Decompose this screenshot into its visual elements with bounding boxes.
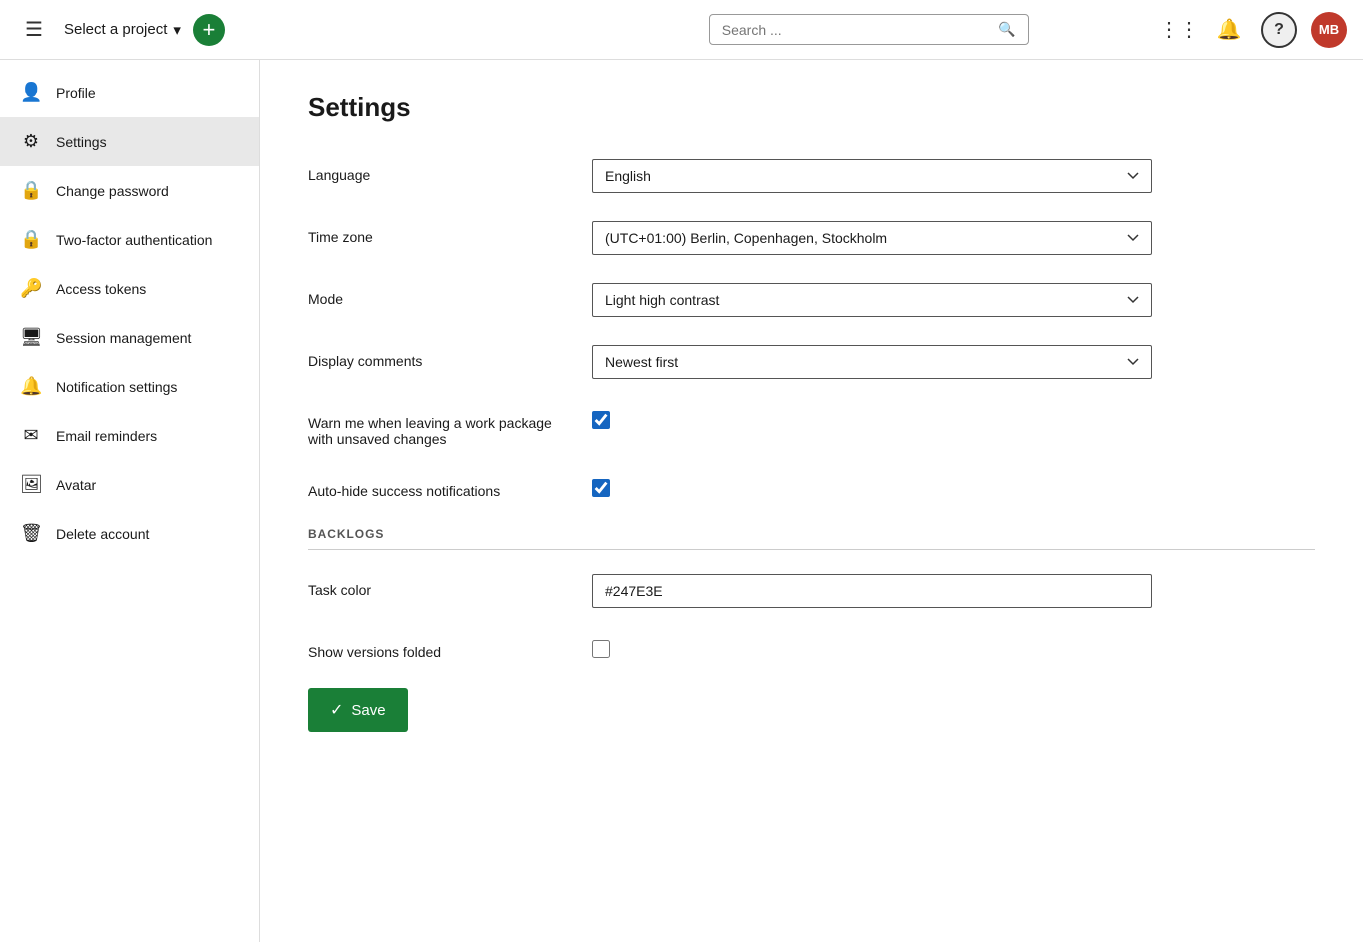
sidebar-item-avatar[interactable]: 🖼 Avatar [0, 460, 259, 509]
project-selector-chevron: ▾ [173, 21, 181, 39]
sidebar: 👤 Profile ⚙ Settings 🔒 Change password 🔒… [0, 60, 260, 942]
profile-icon: 👤 [20, 82, 42, 103]
topnav-right: ⋮⋮ 🔔 ? MB [1161, 12, 1347, 48]
show-versions-label: Show versions folded [308, 636, 568, 660]
main-layout: 👤 Profile ⚙ Settings 🔒 Change password 🔒… [0, 60, 1363, 942]
sidebar-item-notification-settings-label: Notification settings [56, 379, 177, 395]
topnav-center: 🔍 [589, 14, 1150, 45]
task-color-control [592, 574, 1152, 608]
mode-control: Light high contrast [592, 283, 1152, 317]
grid-button[interactable]: ⋮⋮ [1161, 12, 1197, 48]
help-button[interactable]: ? [1261, 12, 1297, 48]
sidebar-item-change-password-label: Change password [56, 183, 169, 199]
autohide-checkbox[interactable] [592, 479, 610, 497]
settings-icon: ⚙ [20, 131, 42, 152]
task-color-input[interactable] [592, 574, 1152, 608]
display-comments-label: Display comments [308, 345, 568, 369]
add-project-button[interactable]: + [193, 14, 225, 46]
display-comments-row: Display comments Newest first [308, 345, 1315, 379]
project-selector-label: Select a project [64, 21, 167, 38]
sidebar-item-email-reminders[interactable]: ✉ Email reminders [0, 411, 259, 460]
avatar-button[interactable]: MB [1311, 12, 1347, 48]
notifications-button[interactable]: 🔔 [1211, 12, 1247, 48]
language-row: Language English [308, 159, 1315, 193]
display-comments-control: Newest first [592, 345, 1152, 379]
page-title: Settings [308, 92, 1315, 123]
mode-label: Mode [308, 283, 568, 307]
sidebar-item-change-password[interactable]: 🔒 Change password [0, 166, 259, 215]
sidebar-item-two-factor-label: Two-factor authentication [56, 232, 212, 248]
content-area: Settings Language English Time zone (UTC… [260, 60, 1363, 942]
sidebar-item-delete-account[interactable]: 🗑 Delete account [0, 509, 259, 558]
save-button[interactable]: ✓ Save [308, 688, 408, 732]
sidebar-item-email-reminders-label: Email reminders [56, 428, 157, 444]
backlogs-divider: BACKLOGS [308, 527, 1315, 550]
warn-checkbox[interactable] [592, 411, 610, 429]
show-versions-row: Show versions folded [308, 636, 1315, 660]
access-tokens-icon: 🔑 [20, 278, 42, 299]
backlogs-section-label: BACKLOGS [308, 527, 1315, 550]
sidebar-item-delete-account-label: Delete account [56, 526, 149, 542]
sidebar-item-two-factor[interactable]: 🔒 Two-factor authentication [0, 215, 259, 264]
sidebar-item-session-management[interactable]: 🖥 Session management [0, 313, 259, 362]
topnav: ☰ Select a project ▾ + 🔍 ⋮⋮ 🔔 ? MB [0, 0, 1363, 60]
timezone-control: (UTC+01:00) Berlin, Copenhagen, Stockhol… [592, 221, 1152, 255]
timezone-label: Time zone [308, 221, 568, 245]
autohide-row: Auto-hide success notifications [308, 475, 1315, 499]
email-reminders-icon: ✉ [20, 425, 42, 446]
search-input[interactable] [722, 22, 991, 38]
sidebar-item-settings-label: Settings [56, 134, 107, 150]
sidebar-item-profile-label: Profile [56, 85, 96, 101]
task-color-row: Task color [308, 574, 1315, 608]
language-control: English [592, 159, 1152, 193]
sidebar-item-notification-settings[interactable]: 🔔 Notification settings [0, 362, 259, 411]
hamburger-button[interactable]: ☰ [16, 12, 52, 48]
search-box: 🔍 [709, 14, 1029, 45]
autohide-control [592, 475, 1152, 497]
show-versions-control [592, 636, 1152, 658]
autohide-label: Auto-hide success notifications [308, 475, 568, 499]
task-color-label: Task color [308, 574, 568, 598]
warn-row: Warn me when leaving a work package with… [308, 407, 1315, 447]
mode-select[interactable]: Light high contrast [592, 283, 1152, 317]
display-comments-select[interactable]: Newest first [592, 345, 1152, 379]
warn-label: Warn me when leaving a work package with… [308, 407, 568, 447]
show-versions-checkbox[interactable] [592, 640, 610, 658]
sidebar-item-access-tokens[interactable]: 🔑 Access tokens [0, 264, 259, 313]
save-button-label: Save [351, 702, 385, 719]
sidebar-item-avatar-label: Avatar [56, 477, 96, 493]
timezone-select[interactable]: (UTC+01:00) Berlin, Copenhagen, Stockhol… [592, 221, 1152, 255]
sidebar-item-settings[interactable]: ⚙ Settings [0, 117, 259, 166]
two-factor-icon: 🔒 [20, 229, 42, 250]
notification-settings-icon: 🔔 [20, 376, 42, 397]
project-selector[interactable]: Select a project ▾ [64, 21, 181, 39]
language-label: Language [308, 159, 568, 183]
sidebar-item-session-management-label: Session management [56, 330, 191, 346]
warn-control [592, 407, 1152, 429]
delete-account-icon: 🗑 [20, 523, 42, 544]
mode-row: Mode Light high contrast [308, 283, 1315, 317]
session-management-icon: 🖥 [20, 327, 42, 348]
avatar-icon: 🖼 [20, 474, 42, 495]
timezone-row: Time zone (UTC+01:00) Berlin, Copenhagen… [308, 221, 1315, 255]
topnav-left: ☰ Select a project ▾ + [16, 12, 577, 48]
search-icon: 🔍 [998, 21, 1015, 38]
change-password-icon: 🔒 [20, 180, 42, 201]
sidebar-item-profile[interactable]: 👤 Profile [0, 68, 259, 117]
save-check-icon: ✓ [330, 700, 343, 720]
sidebar-item-access-tokens-label: Access tokens [56, 281, 146, 297]
language-select[interactable]: English [592, 159, 1152, 193]
